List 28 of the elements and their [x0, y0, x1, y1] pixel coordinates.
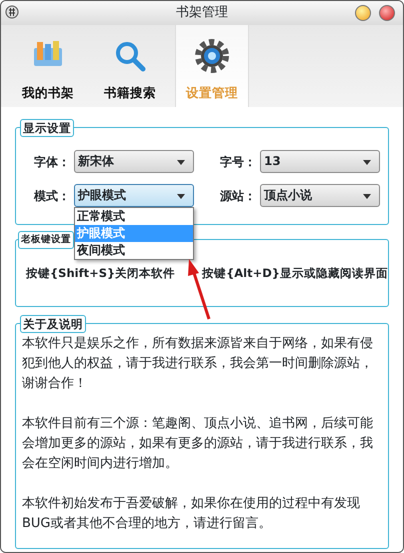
gear-icon: [194, 38, 230, 74]
tab[interactable]: 我的书架: [11, 25, 85, 107]
hotkey-text: 按键{Shift+S}关闭本软件: [26, 265, 176, 282]
caret-icon: [177, 160, 185, 165]
close-button[interactable]: [379, 5, 395, 21]
hotkey-text: 按键{Alt+D}显示或隐藏阅读界面: [202, 265, 388, 282]
window-title: 书架管理: [176, 4, 228, 22]
caret-icon: [363, 194, 371, 199]
app-icon[interactable]: [5, 5, 19, 19]
caret-icon: [363, 160, 371, 165]
field-label: 字号：: [219, 154, 256, 170]
caret-icon: [177, 194, 185, 199]
dropdown[interactable]: 13: [260, 150, 380, 173]
dropdown-option[interactable]: 夜间模式: [75, 242, 193, 259]
field-label: 字体：: [33, 154, 70, 170]
dropdown[interactable]: 顶点小说: [260, 184, 380, 207]
minimize-button[interactable]: [355, 5, 371, 21]
tab[interactable]: 书籍搜索: [93, 25, 167, 107]
dropdown-option[interactable]: 正常模式: [75, 208, 193, 225]
group-title: 显示设置: [20, 119, 74, 137]
group-title: 老板键设置: [18, 231, 74, 249]
field-label: 源站：: [219, 188, 256, 204]
field-label: 模式：: [32, 188, 70, 204]
paragraph: 本软件初始发布于吾爱破解，如果你在使用的过程中有发现BUG或者其他不合理的地方，请进行留言。: [22, 495, 361, 533]
paragraph: 本软件只是娱乐之作，所有数据来源皆来自于网络，如果有侵犯到他人的权益，请于我进行联系，我会第一时间删除源站，谢谢合作！: [22, 335, 374, 393]
dropdown[interactable]: 新宋体: [74, 150, 194, 173]
group-title: 关于及说明: [20, 315, 86, 333]
paragraph: 本软件目前有三个源：笔趣阁、顶点小说、追书网，后续可能会增加更多的源站，如果有更多的源站，请于我进行联系，我会在空闲时间内进行增加。: [22, 415, 374, 473]
